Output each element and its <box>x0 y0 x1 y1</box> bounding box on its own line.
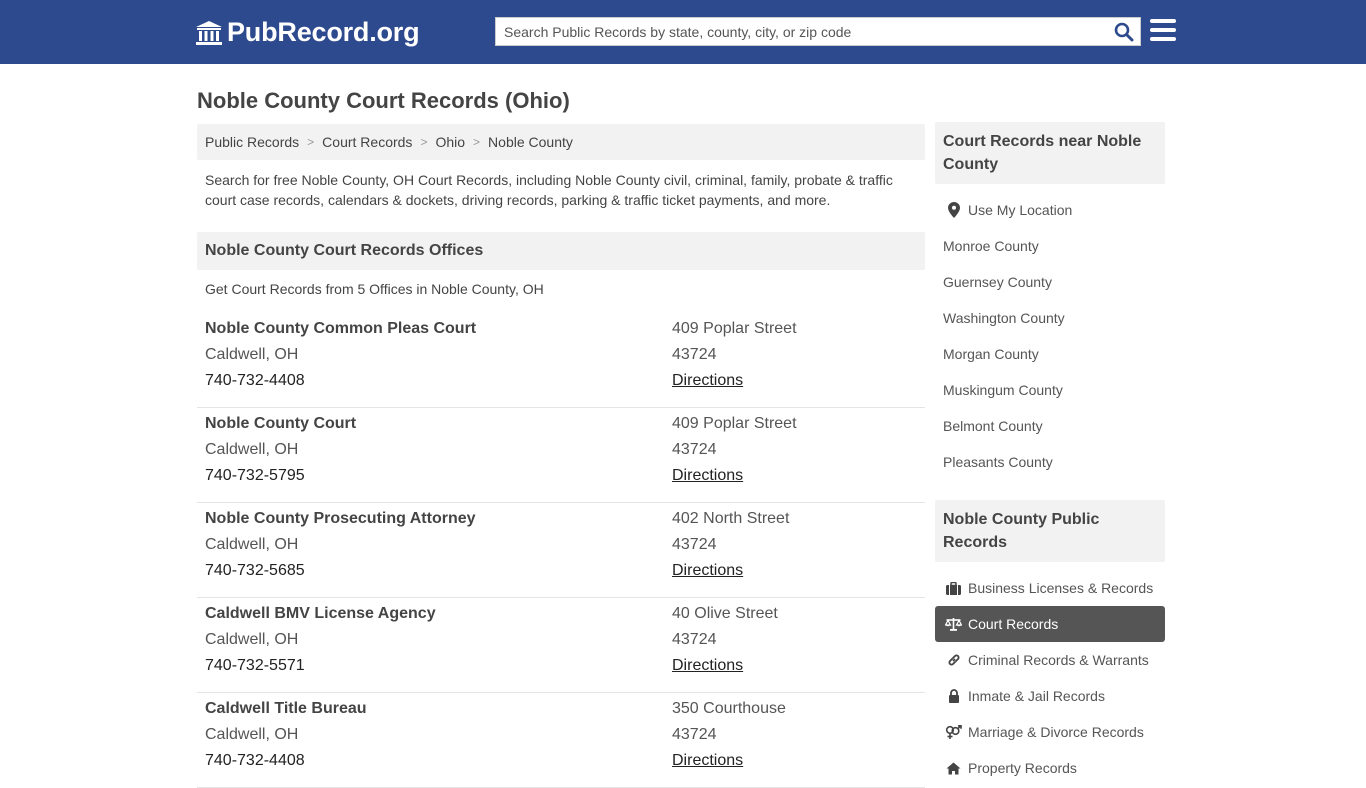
lock-icon <box>945 689 962 703</box>
nearby-list: Use My Location Monroe County Guernsey C… <box>935 192 1165 480</box>
sidebar-item-label: Court Records <box>968 616 1059 632</box>
office-city: Caldwell, OH <box>205 536 299 553</box>
nearby-county-link[interactable]: Muskingum County <box>935 372 1165 408</box>
offices-list: Noble County Common Pleas Court Caldwell… <box>197 313 925 788</box>
sidebar-item-inmate-records[interactable]: Inmate & Jail Records <box>935 678 1165 714</box>
breadcrumb-separator: > <box>307 135 315 149</box>
office-zip: 43724 <box>672 441 717 458</box>
office-zip: 43724 <box>672 536 717 553</box>
nearby-county-link[interactable]: Monroe County <box>935 228 1165 264</box>
office-name[interactable]: Caldwell BMV License Agency <box>205 604 436 630</box>
office-item: Caldwell BMV License Agency Caldwell, OH… <box>197 598 925 693</box>
sidebar-item-label: Inmate & Jail Records <box>968 688 1105 704</box>
office-item: Noble County Common Pleas Court Caldwell… <box>197 313 925 408</box>
nearby-county-link[interactable]: Belmont County <box>935 408 1165 444</box>
breadcrumb-separator: > <box>420 135 428 149</box>
office-phone[interactable]: 740-732-5685 <box>205 561 476 587</box>
office-city: Caldwell, OH <box>205 631 299 648</box>
office-item: Noble County Prosecuting Attorney Caldwe… <box>197 503 925 598</box>
map-marker-icon <box>945 202 962 218</box>
office-city: Caldwell, OH <box>205 726 299 743</box>
use-my-location-label: Use My Location <box>968 202 1073 218</box>
sidebar-item-label: Criminal Records & Warrants <box>968 652 1149 668</box>
office-name[interactable]: Noble County Prosecuting Attorney <box>205 509 476 535</box>
intro-text: Search for free Noble County, OH Court R… <box>205 172 893 208</box>
search-box <box>495 17 1141 46</box>
office-city: Caldwell, OH <box>205 346 299 363</box>
offices-subtext: Get Court Records from 5 Offices in Nobl… <box>205 281 544 297</box>
office-name[interactable]: Noble County Common Pleas Court <box>205 319 476 345</box>
logo-text: PubRecord.org <box>227 17 420 47</box>
offices-heading: Noble County Court Records Offices <box>197 232 925 270</box>
courthouse-icon <box>196 20 222 45</box>
office-item: Noble County Court Caldwell, OH 740-732-… <box>197 408 925 503</box>
breadcrumb-public-records[interactable]: Public Records <box>205 134 299 150</box>
gender-icon <box>945 724 962 740</box>
office-street: 409 Poplar Street <box>672 415 797 432</box>
breadcrumb-noble-county[interactable]: Noble County <box>488 134 573 150</box>
office-city: Caldwell, OH <box>205 441 299 458</box>
page-title: Noble County Court Records (Ohio) <box>197 88 570 113</box>
directions-link[interactable]: Directions <box>672 371 797 397</box>
menu-button[interactable] <box>1150 19 1176 43</box>
office-name[interactable]: Caldwell Title Bureau <box>205 699 367 725</box>
hamburger-bar <box>1150 37 1176 41</box>
site-header: PubRecord.org <box>0 0 1366 64</box>
hamburger-bar <box>1150 28 1176 32</box>
search-icon <box>1114 22 1134 42</box>
home-icon <box>945 762 962 775</box>
nearby-county-link[interactable]: Guernsey County <box>935 264 1165 300</box>
office-name[interactable]: Noble County Court <box>205 414 356 440</box>
office-zip: 43724 <box>672 346 717 363</box>
office-zip: 43724 <box>672 631 717 648</box>
sidebar-item-label: Marriage & Divorce Records <box>968 724 1144 740</box>
public-records-heading: Noble County Public Records <box>935 500 1165 562</box>
site-logo[interactable]: PubRecord.org <box>195 17 420 48</box>
directions-link[interactable]: Directions <box>672 751 786 777</box>
breadcrumb-separator: > <box>473 135 481 149</box>
office-street: 350 Courthouse <box>672 700 786 717</box>
office-street: 40 Olive Street <box>672 605 778 622</box>
link-icon <box>945 653 962 667</box>
briefcase-icon <box>945 581 962 595</box>
sidebar-item-marriage-records[interactable]: Marriage & Divorce Records <box>935 714 1165 750</box>
directions-link[interactable]: Directions <box>672 561 789 587</box>
sidebar-item-court-records[interactable]: Court Records <box>935 606 1165 642</box>
office-phone[interactable]: 740-732-4408 <box>205 371 476 397</box>
search-button[interactable] <box>1112 21 1136 43</box>
search-input[interactable] <box>496 18 1106 45</box>
office-street: 402 North Street <box>672 510 790 527</box>
sidebar-item-label: Property Records <box>968 760 1077 776</box>
office-phone[interactable]: 740-732-4408 <box>205 751 367 777</box>
breadcrumb: Public Records > Court Records > Ohio > … <box>197 124 925 160</box>
public-records-list: Business Licenses & Records Court Record… <box>935 570 1165 786</box>
nearby-county-link[interactable]: Washington County <box>935 300 1165 336</box>
breadcrumb-ohio[interactable]: Ohio <box>435 134 465 150</box>
use-my-location-link[interactable]: Use My Location <box>935 192 1165 228</box>
office-phone[interactable]: 740-732-5795 <box>205 466 356 492</box>
sidebar-item-label: Business Licenses & Records <box>968 580 1154 596</box>
scales-icon <box>945 617 962 631</box>
nearby-heading: Court Records near Noble County <box>935 122 1165 184</box>
sidebar-item-business-licenses[interactable]: Business Licenses & Records <box>935 570 1165 606</box>
office-phone[interactable]: 740-732-5571 <box>205 656 436 682</box>
directions-link[interactable]: Directions <box>672 466 797 492</box>
office-street: 409 Poplar Street <box>672 320 797 337</box>
directions-link[interactable]: Directions <box>672 656 778 682</box>
office-zip: 43724 <box>672 726 717 743</box>
breadcrumb-court-records[interactable]: Court Records <box>322 134 412 150</box>
nearby-county-link[interactable]: Morgan County <box>935 336 1165 372</box>
hamburger-bar <box>1150 19 1176 23</box>
sidebar-item-property-records[interactable]: Property Records <box>935 750 1165 786</box>
nearby-county-link[interactable]: Pleasants County <box>935 444 1165 480</box>
office-item: Caldwell Title Bureau Caldwell, OH 740-7… <box>197 693 925 788</box>
sidebar: Court Records near Noble County Use My L… <box>935 122 1165 786</box>
sidebar-item-criminal-records[interactable]: Criminal Records & Warrants <box>935 642 1165 678</box>
